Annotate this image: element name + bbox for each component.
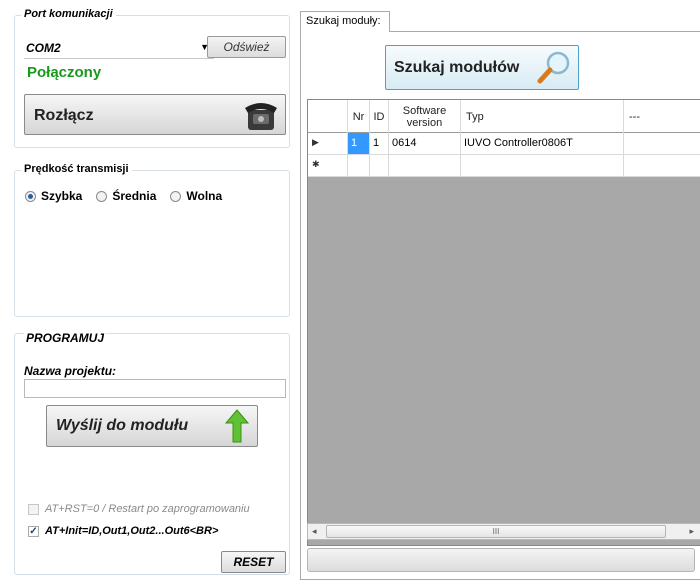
cell-typ[interactable]: IUVO Controller0806T — [461, 133, 624, 154]
speed-radio-slow-label: Wolna — [186, 189, 223, 203]
init-checkbox-row[interactable]: ✓ AT+Init=ID,Out1,Out2...Out6<BR> — [28, 525, 218, 537]
row-header-corner — [308, 100, 348, 133]
restart-checkbox-label: AT+RST=0 / Restart po zaprogramowaniu — [45, 503, 250, 515]
column-header-nr[interactable]: Nr — [348, 100, 370, 133]
project-name-input[interactable] — [24, 379, 286, 398]
search-modules-panel: Szukaj modułów Nr ID Software version Ty… — [300, 31, 700, 580]
cell-software[interactable]: 0614 — [389, 133, 461, 154]
speed-radio-medium-label: Średnia — [112, 189, 157, 203]
table-row[interactable]: ▶ 1 1 0614 IUVO Controller0806T — [308, 133, 700, 155]
com-port-value: COM2 — [26, 41, 61, 55]
new-cell-id[interactable] — [370, 155, 389, 176]
horizontal-scrollbar[interactable]: ◂ III ▸ — [307, 523, 700, 540]
connection-status: Połączony — [27, 64, 102, 81]
search-modules-label: Szukaj modułów — [394, 59, 520, 76]
new-cell-extra[interactable] — [624, 155, 700, 176]
radio-unselected-icon[interactable] — [170, 190, 182, 202]
new-row-marker-icon: ✱ — [308, 155, 348, 176]
column-header-id[interactable]: ID — [370, 100, 389, 133]
disconnect-button-label: Rozłącz — [34, 107, 94, 124]
new-cell-software[interactable] — [389, 155, 461, 176]
column-header-typ[interactable]: Typ — [461, 100, 624, 133]
cell-extra[interactable] — [624, 133, 700, 154]
speed-options: Szybka Średnia Wolna — [25, 189, 222, 203]
send-to-module-label: Wyślij do modułu — [56, 417, 189, 434]
reset-button[interactable]: RESET — [221, 551, 286, 573]
row-current-marker-icon: ▶ — [308, 133, 348, 154]
arrow-up-icon — [225, 409, 249, 443]
speed-group-title: Prędkość transmisji — [21, 163, 132, 175]
modules-grid[interactable]: Nr ID Software version Typ --- ▶ 1 1 061… — [307, 99, 700, 546]
program-group: PROGRAMUJ Nazwa projektu: Wyślij do modu… — [14, 331, 290, 575]
magnifier-icon — [537, 51, 570, 84]
refresh-button[interactable]: Odśwież — [207, 36, 286, 58]
project-name-label: Nazwa projektu: — [24, 364, 117, 378]
cell-id[interactable]: 1 — [370, 133, 389, 154]
new-cell-typ[interactable] — [461, 155, 624, 176]
scroll-thumb[interactable]: III — [326, 525, 666, 538]
radio-selected-icon[interactable] — [25, 190, 36, 202]
progress-bar — [307, 548, 695, 572]
new-row[interactable]: ✱ — [308, 155, 700, 177]
send-to-module-button[interactable]: Wyślij do modułu — [46, 405, 258, 447]
disconnect-button[interactable]: Rozłącz — [24, 94, 286, 135]
column-header-extra[interactable]: --- — [624, 100, 700, 133]
port-group: Port komunikacji COM2 ▼ Odśwież Połączon… — [14, 8, 290, 148]
init-checkbox[interactable]: ✓ — [28, 525, 39, 537]
program-group-title: PROGRAMUJ — [24, 331, 107, 345]
scroll-right-icon[interactable]: ▸ — [689, 526, 694, 537]
speed-group: Prędkość transmisji Szybka Średnia Wolna — [14, 163, 290, 317]
speed-radio-fast[interactable]: Szybka — [25, 189, 82, 203]
radio-unselected-icon[interactable] — [96, 190, 108, 202]
speed-radio-fast-label: Szybka — [41, 189, 83, 203]
scroll-left-icon[interactable]: ◂ — [312, 526, 317, 537]
tab-search-modules[interactable]: Szukaj moduły: — [300, 11, 390, 32]
restart-checkbox-row[interactable]: AT+RST=0 / Restart po zaprogramowaniu — [28, 503, 250, 515]
init-checkbox-label: AT+Init=ID,Out1,Out2...Out6<BR> — [45, 525, 219, 537]
cell-nr[interactable]: 1 — [348, 133, 370, 154]
new-cell-nr[interactable] — [348, 155, 370, 176]
grid-header: Nr ID Software version Typ --- — [308, 100, 700, 133]
speed-radio-medium[interactable]: Średnia — [96, 189, 156, 203]
column-header-software[interactable]: Software version — [389, 100, 461, 133]
speed-radio-slow[interactable]: Wolna — [170, 189, 222, 203]
telephone-icon — [245, 103, 277, 130]
search-modules-button[interactable]: Szukaj modułów — [385, 45, 579, 90]
port-group-title: Port komunikacji — [21, 8, 116, 20]
restart-checkbox[interactable] — [28, 503, 39, 515]
com-port-select[interactable]: COM2 ▼ — [24, 38, 214, 59]
